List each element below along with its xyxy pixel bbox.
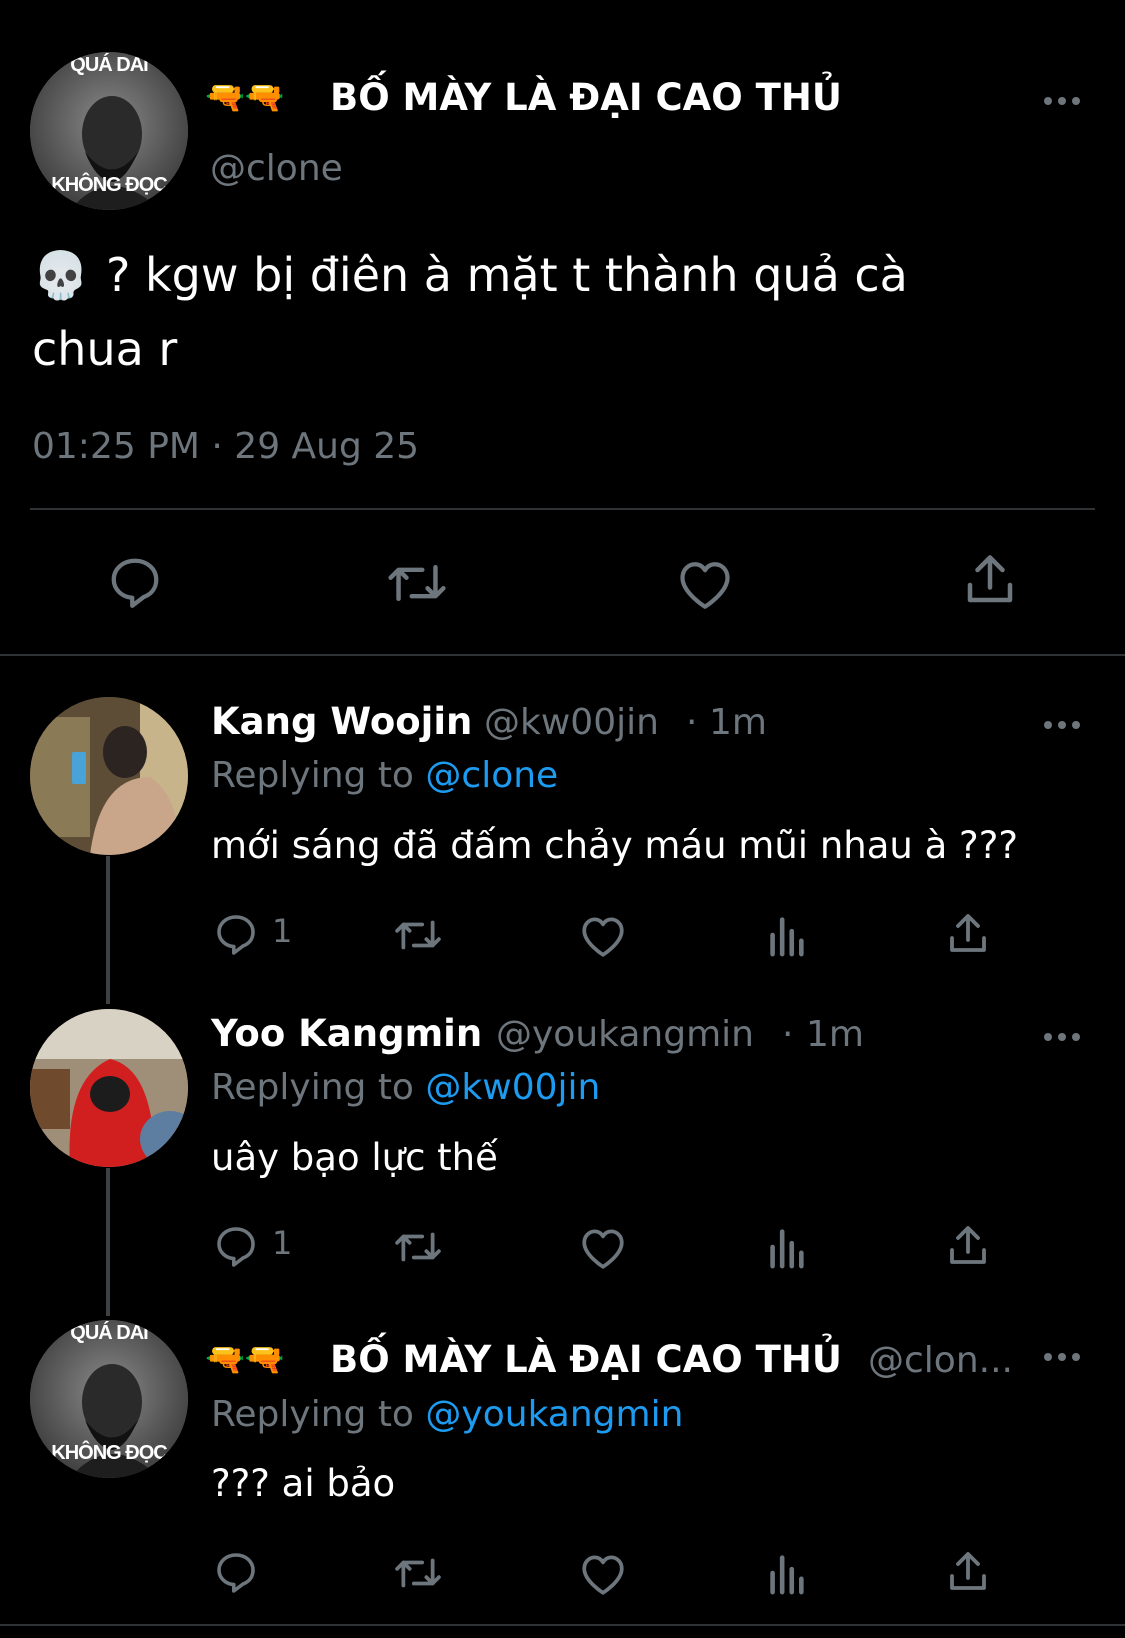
reply-time: 1m — [709, 702, 767, 743]
like-icon[interactable] — [578, 1224, 628, 1270]
thread-line — [106, 1168, 110, 1316]
reply-icon[interactable] — [212, 1222, 260, 1270]
avatar-caption-top: QUÁ DAI — [70, 54, 148, 76]
reply-handle[interactable]: @kw00jin — [484, 702, 659, 743]
replying-to-link[interactable]: @youkangmin — [425, 1394, 683, 1435]
retweet-icon[interactable] — [392, 1224, 444, 1270]
replying-to-link[interactable]: @clone — [425, 755, 558, 796]
like-icon[interactable] — [578, 912, 628, 958]
replying-to-link[interactable]: @kw00jin — [425, 1067, 600, 1108]
avatar-youkangmin[interactable] — [30, 1009, 188, 1167]
divider — [30, 508, 1095, 510]
reply-time: 1m — [806, 1014, 864, 1055]
reply-display-name[interactable]: Kang Woojin — [211, 700, 472, 743]
handle[interactable]: @clone — [210, 148, 343, 189]
reply-display-name[interactable]: BỐ MÀY LÀ ĐẠI CAO THỦ — [330, 1338, 842, 1381]
replying-to-label: Replying to — [211, 1067, 414, 1108]
reply-text: uây bạo lực thế — [211, 1136, 498, 1179]
reply-separator: · — [782, 1014, 794, 1055]
name-emoji: 🔫🔫 — [205, 1340, 285, 1378]
retweet-icon[interactable] — [392, 1550, 444, 1596]
replying-to-label: Replying to — [211, 1394, 414, 1435]
replying-to-label: Replying to — [211, 755, 414, 796]
share-icon[interactable] — [944, 1548, 992, 1596]
share-icon[interactable] — [944, 1222, 992, 1270]
avatar-kw00jin[interactable] — [30, 697, 188, 855]
reply-display-name[interactable]: Yoo Kangmin — [211, 1012, 482, 1055]
analytics-icon[interactable] — [766, 912, 806, 958]
reply-count: 1 — [272, 1224, 293, 1262]
avatar-caption-bottom: KHÔNG ĐỌC — [51, 174, 167, 196]
reply-icon[interactable] — [105, 552, 165, 612]
name-emoji: 🔫🔫 — [205, 78, 285, 116]
avatar-clone[interactable]: QUÁ DAI KHÔNG ĐỌC — [30, 52, 188, 210]
skull-emoji: 💀 — [32, 248, 90, 302]
like-icon[interactable] — [578, 1550, 628, 1596]
display-name[interactable]: BỐ MÀY LÀ ĐẠI CAO THỦ — [330, 76, 842, 119]
tweet-text-line2: chua r — [32, 322, 178, 376]
share-icon[interactable] — [960, 550, 1020, 610]
reply-text: ??? ai bảo — [211, 1462, 396, 1505]
more-options-icon[interactable] — [1044, 94, 1084, 108]
reply-separator: · — [686, 702, 698, 743]
share-icon[interactable] — [944, 910, 992, 958]
retweet-icon[interactable] — [385, 554, 449, 612]
more-options-icon[interactable] — [1044, 1350, 1084, 1364]
reply-icon[interactable] — [212, 910, 260, 958]
divider — [0, 654, 1125, 656]
avatar-clone[interactable]: QUÁ DAI KHÔNG ĐỌC — [30, 1320, 188, 1478]
more-options-icon[interactable] — [1044, 1030, 1084, 1044]
tweet-text-line1: ? kgw bị điên à mặt t thành quả cà — [106, 248, 908, 302]
reply-count: 1 — [272, 912, 293, 950]
retweet-icon[interactable] — [392, 912, 444, 958]
reply-handle[interactable]: @clon... — [868, 1340, 1013, 1381]
avatar-caption-top: QUÁ DAI — [70, 1322, 148, 1344]
reply-icon[interactable] — [212, 1548, 260, 1596]
avatar-caption-bottom: KHÔNG ĐỌC — [51, 1442, 167, 1464]
reply-text: mới sáng đã đấm chảy máu mũi nhau à ??? — [211, 824, 1018, 867]
reply-handle[interactable]: @youkangmin — [496, 1014, 754, 1055]
more-options-icon[interactable] — [1044, 718, 1084, 732]
divider — [0, 1624, 1125, 1626]
analytics-icon[interactable] — [766, 1224, 806, 1270]
like-icon[interactable] — [675, 555, 735, 611]
tweet-timestamp: 01:25 PM · 29 Aug 25 — [32, 426, 420, 467]
thread-line — [106, 856, 110, 1004]
analytics-icon[interactable] — [766, 1550, 806, 1596]
